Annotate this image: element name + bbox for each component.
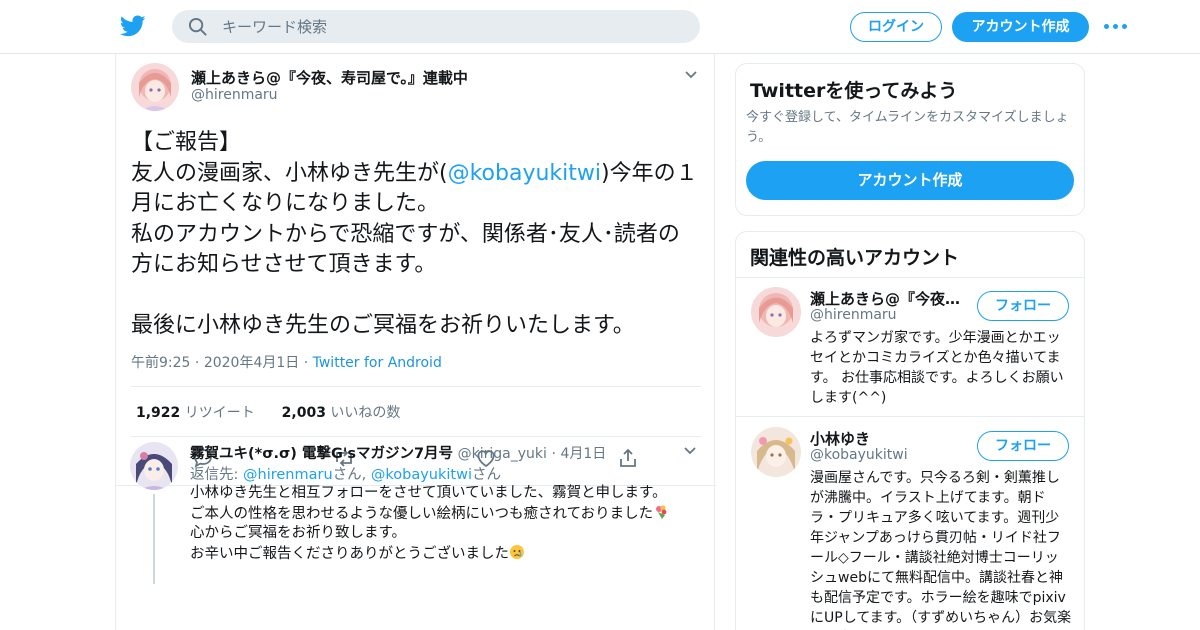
chevron-down-icon[interactable] (684, 70, 698, 80)
signup-card-subtitle: 今すぐ登録して、タイムラインをカスタマイズしましょう。 (746, 110, 1069, 145)
tweet-meta: 午前9:25 · 2020年4月1日 · Twitter for Android (131, 355, 442, 371)
mention-link[interactable]: @kobayukitwi (448, 161, 601, 186)
twitter-bird-icon[interactable] (120, 13, 146, 39)
signup-button[interactable]: アカウント作成 (952, 12, 1089, 42)
like-heart-icon[interactable] (474, 446, 498, 470)
author-name[interactable]: 瀬上あきら@『今夜、寿司屋で。』連載中 (191, 67, 468, 88)
more-dots-icon[interactable] (1104, 18, 1132, 36)
login-button[interactable]: ログイン (850, 12, 942, 42)
author-handle[interactable]: @hirenmaru (191, 87, 278, 103)
reply-author-avatar[interactable] (130, 442, 178, 490)
like-count[interactable]: 2,003 (282, 405, 326, 421)
related-account-avatar[interactable] (751, 427, 801, 477)
tweet-actions (116, 446, 716, 476)
retweet-icon[interactable] (332, 446, 356, 470)
tweet-source-link[interactable]: Twitter for Android (313, 355, 442, 371)
tweet-text: 【ご報告】 友人の漫画家、小林ゆき先生が(@kobayukitwi)今年の１月に… (131, 128, 701, 342)
signup-card-title: Twitterを使ってみよう (750, 80, 958, 102)
search-input[interactable] (222, 10, 682, 43)
related-account-name[interactable]: 小林ゆき (810, 428, 870, 449)
reply-icon[interactable] (191, 446, 215, 470)
related-account-bio: 漫画屋さんです。只今るろ剣・剣薫推しが沸騰中。イラスト上げてます。朝ドラ・プリキ… (810, 470, 1072, 626)
author-avatar[interactable] (131, 63, 179, 111)
related-account-bio: よろずマンガ家です。少年漫画とかエッセイとかコミカライズとか色々描いてます。 お… (810, 330, 1064, 406)
related-account-avatar[interactable] (751, 287, 801, 337)
search-icon (188, 17, 207, 36)
divider (116, 485, 716, 486)
related-accounts-card: 関連性の高いアカウント 瀬上あきら@『今夜… @hirenmaru フォロー よ… (735, 231, 1085, 630)
share-icon[interactable] (616, 446, 640, 470)
tweet-stats: 1,922 リツイート 2,003 いいねの数 (136, 402, 400, 422)
top-navigation-bar: ログイン アカウント作成 (0, 0, 1200, 54)
follow-button[interactable]: フォロー (977, 431, 1069, 461)
related-account-handle[interactable]: @hirenmaru (810, 307, 897, 323)
divider (736, 277, 1084, 278)
follow-button[interactable]: フォロー (977, 291, 1069, 321)
divider (131, 386, 701, 387)
tweet-time[interactable]: 午前9:25 (131, 355, 190, 371)
tweet-text-part: )今年の１月にお亡くなりになりました。 私のアカウントからで恐縮ですが、関係者･… (131, 160, 698, 339)
divider (131, 436, 701, 437)
related-account-name[interactable]: 瀬上あきら@『今夜… (810, 288, 960, 309)
tweet-date[interactable]: 2020年4月1日 (204, 355, 299, 371)
search-box[interactable] (172, 10, 700, 43)
retweet-count[interactable]: 1,922 (136, 405, 180, 421)
like-label[interactable]: いいねの数 (330, 405, 400, 421)
retweet-label[interactable]: リツイート (185, 405, 255, 421)
signup-card-button[interactable]: アカウント作成 (746, 161, 1074, 200)
divider (736, 416, 1084, 417)
signup-card: Twitterを使ってみよう 今すぐ登録して、タイムラインをカスタマイズしましょ… (735, 63, 1085, 216)
tweet-detail-column: 瀬上あきら@『今夜、寿司屋で。』連載中 @hirenmaru 【ご報告】 友人の… (115, 54, 716, 630)
related-account-handle[interactable]: @kobayukitwi (810, 447, 908, 463)
tweet-text-part: 【ご報告】 友人の漫画家、小林ゆき先生が( (131, 130, 448, 186)
related-accounts-title: 関連性の高いアカウント (750, 247, 960, 269)
